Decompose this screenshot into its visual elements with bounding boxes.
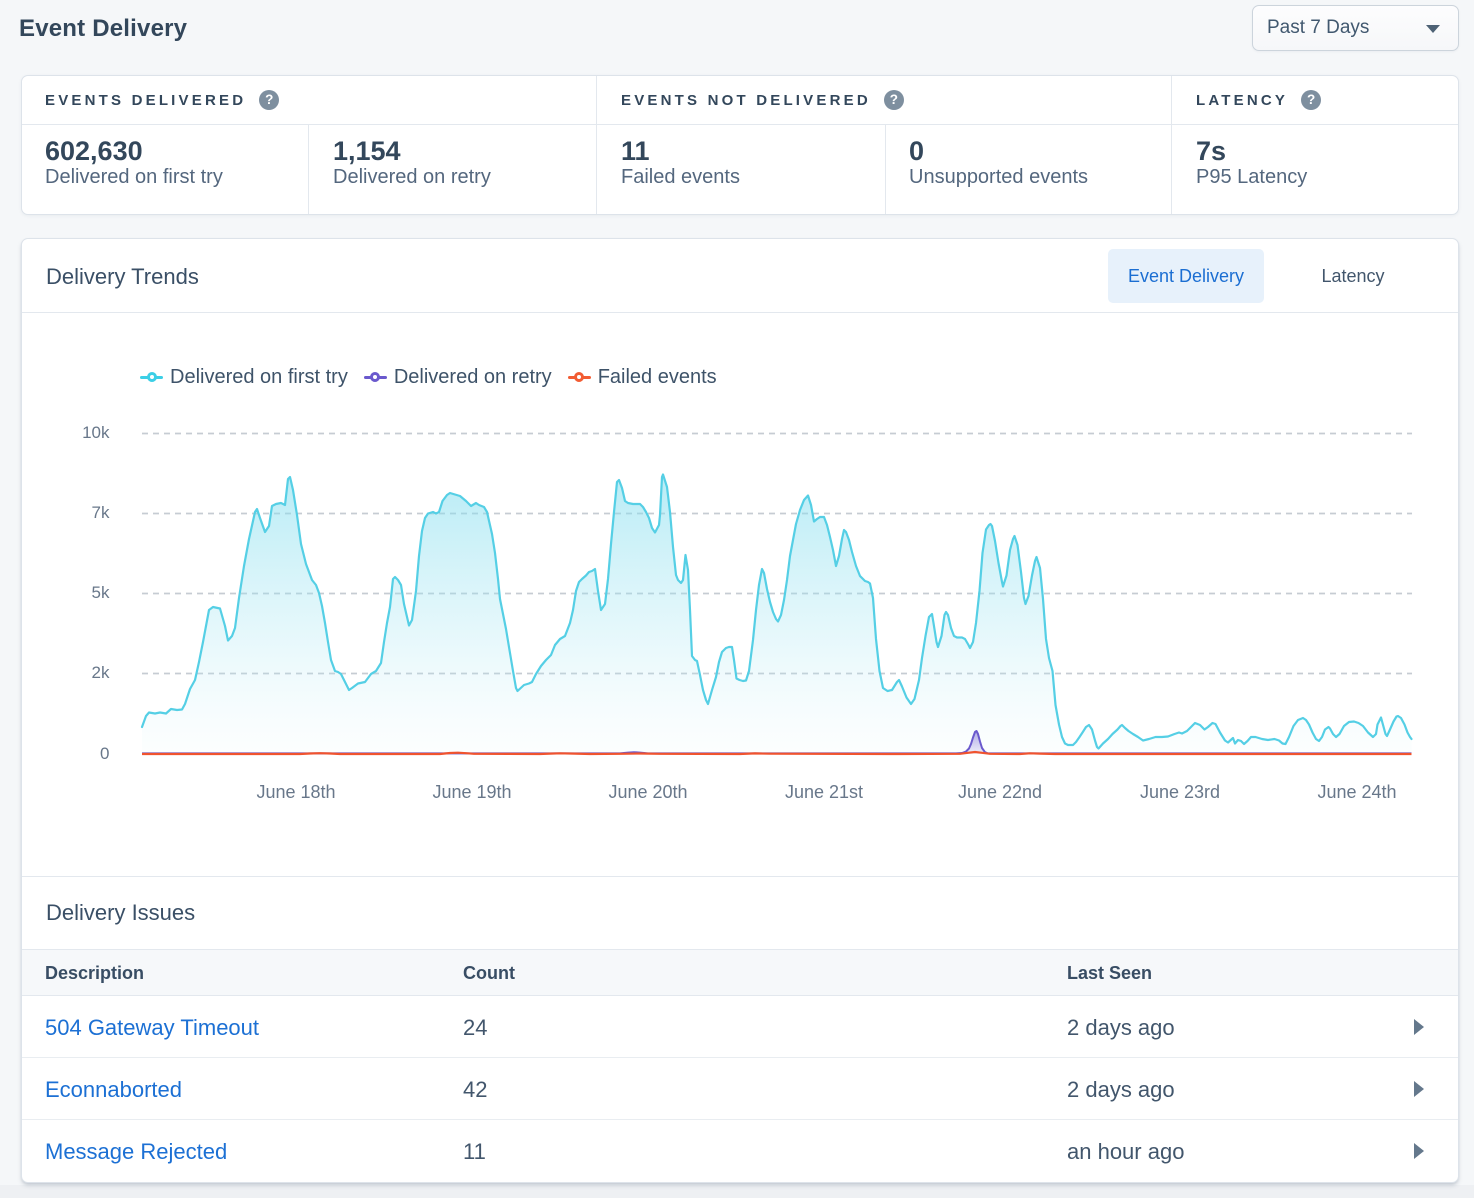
- svg-text:10k: 10k: [82, 423, 110, 442]
- svg-text:2k: 2k: [92, 663, 110, 682]
- svg-text:June 24th: June 24th: [1317, 782, 1396, 802]
- svg-text:June 23rd: June 23rd: [1140, 782, 1220, 802]
- svg-text:June 21st: June 21st: [785, 782, 863, 802]
- svg-text:June 22nd: June 22nd: [958, 782, 1042, 802]
- svg-text:June 18th: June 18th: [256, 782, 335, 802]
- svg-text:June 20th: June 20th: [608, 782, 687, 802]
- svg-text:June 19th: June 19th: [432, 782, 511, 802]
- svg-text:5k: 5k: [92, 583, 110, 602]
- svg-text:0: 0: [100, 744, 109, 763]
- svg-text:7k: 7k: [92, 503, 110, 522]
